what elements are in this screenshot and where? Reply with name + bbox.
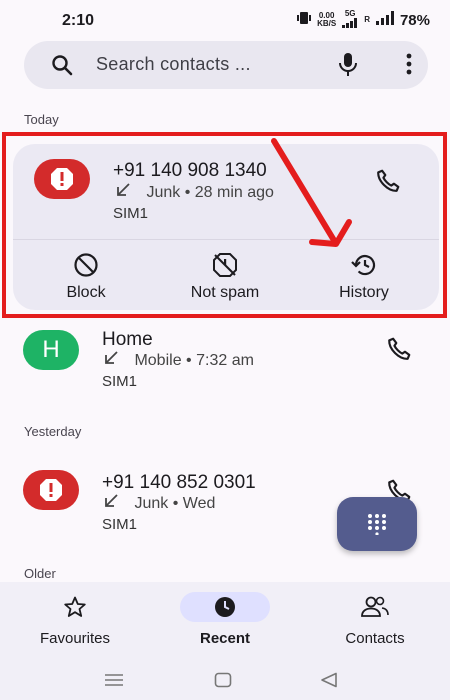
home-icon[interactable] xyxy=(214,672,232,693)
nav-recent-pill xyxy=(180,592,270,622)
call-number: +91 140 852 0301 xyxy=(102,472,256,493)
bottom-navigation: Favourites Recent Contacts xyxy=(0,582,450,662)
call-type: Junk xyxy=(134,495,169,512)
section-older: Older xyxy=(24,566,56,581)
nav-recent[interactable]: Recent xyxy=(150,592,300,647)
avatar-letter: H xyxy=(42,336,60,363)
call-time: Wed xyxy=(182,495,216,512)
call-type: Mobile xyxy=(134,352,182,369)
nav-contacts-label: Contacts xyxy=(345,630,405,647)
call-separator: • xyxy=(172,495,179,512)
nav-contacts[interactable]: Contacts xyxy=(300,594,450,647)
system-navigation xyxy=(0,662,450,700)
call-detail: Mobile • 7:32 am xyxy=(104,351,254,370)
call-sim: SIM1 xyxy=(102,516,138,533)
call-detail: Junk • Wed xyxy=(104,494,215,513)
incoming-arrow-icon xyxy=(104,494,122,512)
call-separator: • xyxy=(186,352,192,369)
section-yesterday: Yesterday xyxy=(24,424,82,439)
contact-avatar: H xyxy=(23,330,79,370)
call-name: Home xyxy=(102,329,153,350)
dialpad-icon xyxy=(368,514,386,535)
call-time: 7:32 am xyxy=(196,352,254,369)
phone-icon[interactable] xyxy=(386,336,412,367)
nav-favourites-label: Favourites xyxy=(39,630,111,647)
spam-icon xyxy=(23,470,79,510)
contacts-icon xyxy=(361,596,389,617)
menu-icon[interactable] xyxy=(104,672,124,693)
star-icon xyxy=(64,596,86,617)
nav-recent-label: Recent xyxy=(199,630,251,647)
back-icon[interactable] xyxy=(320,672,338,693)
clock-icon xyxy=(215,597,235,617)
incoming-arrow-icon xyxy=(104,351,122,369)
nav-favourites[interactable]: Favourites xyxy=(0,594,150,647)
dialpad-button[interactable] xyxy=(337,497,417,551)
call-sim: SIM1 xyxy=(102,373,138,390)
